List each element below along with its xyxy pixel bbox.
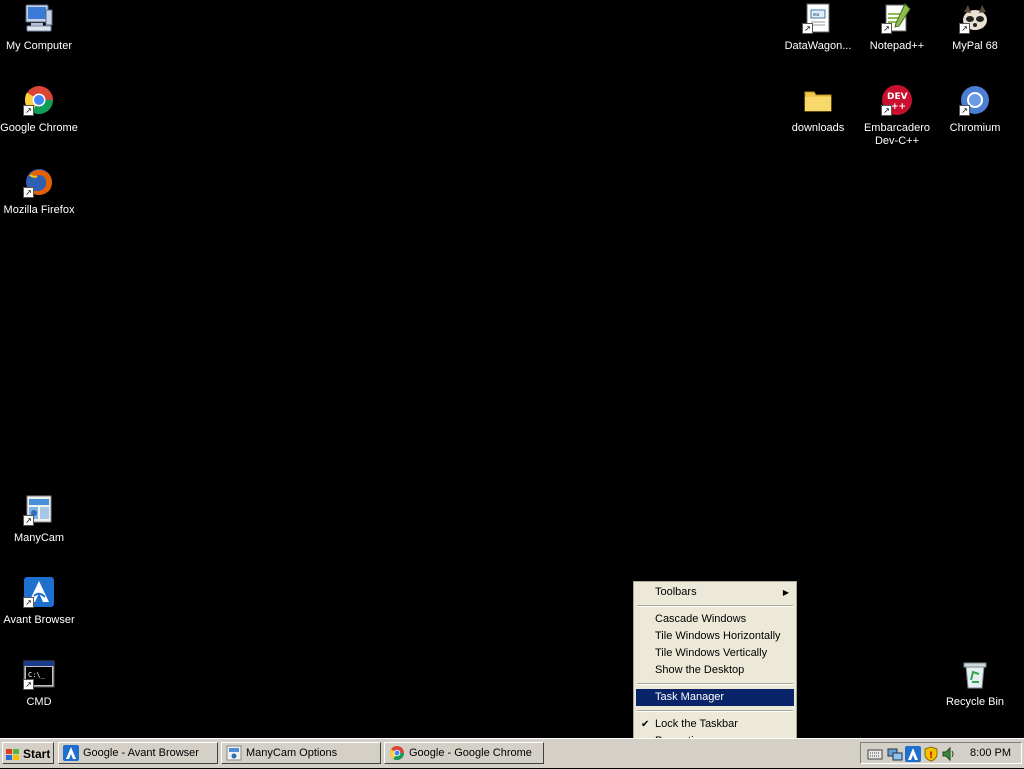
taskbar-button-label: Google - Google Chrome	[409, 747, 532, 759]
desktop-icon-label: Recycle Bin	[945, 696, 1005, 708]
taskbar-button-label: Google - Avant Browser	[83, 747, 199, 759]
taskbar-context-menu: Toolbars ▶ Cascade Windows Tile Windows …	[633, 581, 797, 753]
menu-item-show-desktop[interactable]: Show the Desktop	[636, 662, 794, 679]
menu-item-tile-vertically[interactable]: Tile Windows Vertically	[636, 645, 794, 662]
mypal-icon: ↗	[959, 2, 991, 34]
menu-item-label: Lock the Taskbar	[655, 718, 738, 730]
desktop-icon-label: Mozilla Firefox	[3, 204, 75, 216]
volume-icon[interactable]	[941, 746, 957, 762]
desktop-icon-mypal[interactable]: ↗ MyPal 68	[936, 2, 1014, 53]
desktop-icon-label: Google Chrome	[0, 122, 78, 134]
desktop-icon-avant-browser[interactable]: ↗ Avant Browser	[0, 576, 78, 627]
desktop-icon-label: My Computer	[5, 40, 73, 52]
svg-text:++: ++	[891, 102, 906, 112]
taskbar-button-google-chrome[interactable]: Google - Google Chrome	[384, 742, 544, 764]
desktop-icon-label: CMD	[26, 696, 52, 708]
shortcut-arrow-icon: ↗	[959, 23, 970, 34]
menu-item-label: Tile Windows Horizontally	[655, 630, 781, 642]
recycle-bin-icon	[959, 658, 991, 690]
avant-tray-icon[interactable]	[905, 746, 921, 762]
start-button[interactable]: Start	[2, 742, 54, 764]
shortcut-arrow-icon: ↗	[23, 515, 34, 526]
desktop-icon-label: Avant Browser	[3, 614, 75, 626]
datawagon-icon: ea ↗	[802, 2, 834, 34]
system-tray: ! 8:00 PM	[860, 742, 1022, 764]
manycam-icon	[226, 745, 242, 761]
avant-browser-icon: ↗	[23, 576, 55, 608]
desktop-icon-downloads[interactable]: downloads	[779, 84, 857, 135]
taskbar[interactable]: Start Google - Avant Browser ManyCam Opt…	[0, 738, 1024, 768]
taskbar-button-label: ManyCam Options	[246, 747, 338, 759]
shortcut-arrow-icon: ↗	[23, 679, 34, 690]
firefox-icon: ↗	[23, 166, 55, 198]
desktop[interactable]: My Computer ↗ Google Chrome ↗ Mozilla Fi…	[0, 0, 1024, 753]
chromium-icon: ↗	[959, 84, 991, 116]
desktop-icon-label: downloads	[791, 122, 845, 134]
submenu-arrow-icon: ▶	[782, 588, 789, 597]
menu-separator	[637, 683, 793, 685]
shortcut-arrow-icon: ↗	[23, 597, 34, 608]
security-shield-icon[interactable]: !	[923, 746, 939, 762]
keyboard-icon[interactable]	[867, 746, 883, 762]
my-computer-icon	[23, 2, 55, 34]
menu-item-label: Tile Windows Vertically	[655, 647, 768, 659]
menu-item-task-manager[interactable]: Task Manager	[636, 689, 794, 706]
desktop-icon-my-computer[interactable]: My Computer	[0, 2, 78, 53]
desktop-icon-label: Embarcadero Dev-C++	[863, 122, 931, 147]
chrome-icon: ↗	[23, 84, 55, 116]
taskbar-button-manycam-options[interactable]: ManyCam Options	[221, 742, 381, 764]
desktop-icon-label: DataWagon...	[784, 40, 852, 52]
svg-text:!: !	[929, 751, 933, 761]
menu-item-label: Cascade Windows	[655, 613, 747, 625]
desktop-icon-cmd[interactable]: C:\_ ↗ CMD	[0, 658, 78, 709]
cmd-icon: C:\_ ↗	[23, 658, 55, 690]
notepadpp-icon: ↗	[881, 2, 913, 34]
svg-text:DEV: DEV	[887, 92, 908, 102]
svg-text:ea: ea	[813, 12, 819, 18]
menu-separator	[637, 605, 793, 607]
desktop-icon-manycam[interactable]: ↗ ManyCam	[0, 494, 78, 545]
desktop-icon-label: ManyCam	[13, 532, 65, 544]
menu-item-cascade-windows[interactable]: Cascade Windows	[636, 611, 794, 628]
network-icon[interactable]	[887, 746, 903, 762]
menu-item-label: Toolbars	[655, 586, 697, 598]
windows-logo-icon	[6, 747, 20, 760]
shortcut-arrow-icon: ↗	[802, 23, 813, 34]
svg-text:C:\_: C:\_	[28, 671, 46, 679]
menu-item-tile-horizontally[interactable]: Tile Windows Horizontally	[636, 628, 794, 645]
shortcut-arrow-icon: ↗	[959, 105, 970, 116]
manycam-icon: ↗	[23, 494, 55, 526]
desktop-icon-devcpp[interactable]: DEV ++ ↗ Embarcadero Dev-C++	[858, 84, 936, 148]
desktop-icon-chromium[interactable]: ↗ Chromium	[936, 84, 1014, 135]
menu-separator	[637, 710, 793, 712]
shortcut-arrow-icon: ↗	[881, 23, 892, 34]
menu-item-lock-taskbar[interactable]: ✔ Lock the Taskbar	[636, 716, 794, 733]
folder-icon	[802, 84, 834, 116]
desktop-icon-label: MyPal 68	[952, 40, 998, 52]
chrome-icon	[389, 745, 405, 761]
desktop-icon-notepadpp[interactable]: ↗ Notepad++	[858, 2, 936, 53]
shortcut-arrow-icon: ↗	[23, 187, 34, 198]
avant-browser-icon	[63, 745, 79, 761]
desktop-icon-mozilla-firefox[interactable]: ↗ Mozilla Firefox	[0, 166, 78, 217]
desktop-icon-label: Chromium	[949, 122, 1001, 134]
taskbar-button-avant-browser[interactable]: Google - Avant Browser	[58, 742, 218, 764]
menu-item-label: Show the Desktop	[655, 664, 745, 676]
shortcut-arrow-icon: ↗	[23, 105, 34, 116]
devcpp-icon: DEV ++ ↗	[881, 84, 913, 116]
menu-item-toolbars[interactable]: Toolbars ▶	[636, 584, 794, 601]
menu-item-label: Task Manager	[655, 691, 725, 703]
desktop-icon-datawagon[interactable]: ea ↗ DataWagon...	[779, 2, 857, 53]
shortcut-arrow-icon: ↗	[881, 105, 892, 116]
checkmark-icon: ✔	[641, 719, 650, 730]
desktop-icon-label: Notepad++	[869, 40, 925, 52]
desktop-icon-recycle-bin[interactable]: Recycle Bin	[936, 658, 1014, 709]
clock[interactable]: 8:00 PM	[970, 743, 1011, 763]
desktop-icon-google-chrome[interactable]: ↗ Google Chrome	[0, 84, 78, 135]
start-label: Start	[23, 747, 51, 761]
